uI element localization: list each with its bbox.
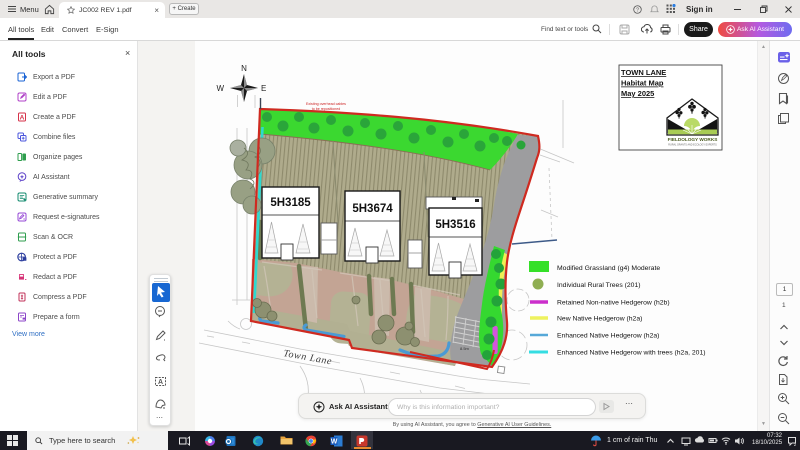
svg-text:Existing overhead cables: Existing overhead cables xyxy=(306,102,346,106)
svg-text:Modified Grassland (g4) Modera: Modified Grassland (g4) Moderate xyxy=(557,265,660,272)
svg-text:to be repositioned: to be repositioned xyxy=(312,107,341,111)
svg-text:5H3516: 5H3516 xyxy=(435,219,475,231)
svg-text:?: ? xyxy=(636,7,639,13)
svg-text:5H3674: 5H3674 xyxy=(352,203,393,215)
svg-text:A: A xyxy=(158,379,163,386)
svg-text:A: A xyxy=(20,115,25,122)
svg-text:N: N xyxy=(241,64,247,73)
svg-text:2: 2 xyxy=(794,441,797,445)
svg-text:New Native Hedgerow (h2a): New Native Hedgerow (h2a) xyxy=(557,316,642,323)
svg-text:FIELDOLOGY WORKS: FIELDOLOGY WORKS xyxy=(668,137,718,142)
svg-text:8.5m: 8.5m xyxy=(460,346,470,351)
svg-text:Enhanced Native Hedgerow (h2a: Enhanced Native Hedgerow (h2a) xyxy=(557,333,659,340)
svg-text:TOWN LANE: TOWN LANE xyxy=(621,68,666,77)
svg-text:Enhanced Native Hedgerow with: Enhanced Native Hedgerow with trees (h2a… xyxy=(557,350,705,357)
svg-text:Habitat Map: Habitat Map xyxy=(621,79,664,88)
svg-text:W: W xyxy=(331,438,338,445)
svg-text:W: W xyxy=(216,84,224,93)
svg-text:Individual Rural Trees (201): Individual Rural Trees (201) xyxy=(557,282,641,289)
svg-text:RURAL GRANTS AND ECOLOGY EXPER: RURAL GRANTS AND ECOLOGY EXPERTS xyxy=(668,144,717,147)
svg-text:E: E xyxy=(261,84,266,93)
svg-text:Retained Non-native Hedgerow: Retained Non-native Hedgerow (h2b) xyxy=(557,300,670,307)
svg-text:5H3185: 5H3185 xyxy=(270,197,311,209)
svg-text:May 2025: May 2025 xyxy=(621,89,654,98)
